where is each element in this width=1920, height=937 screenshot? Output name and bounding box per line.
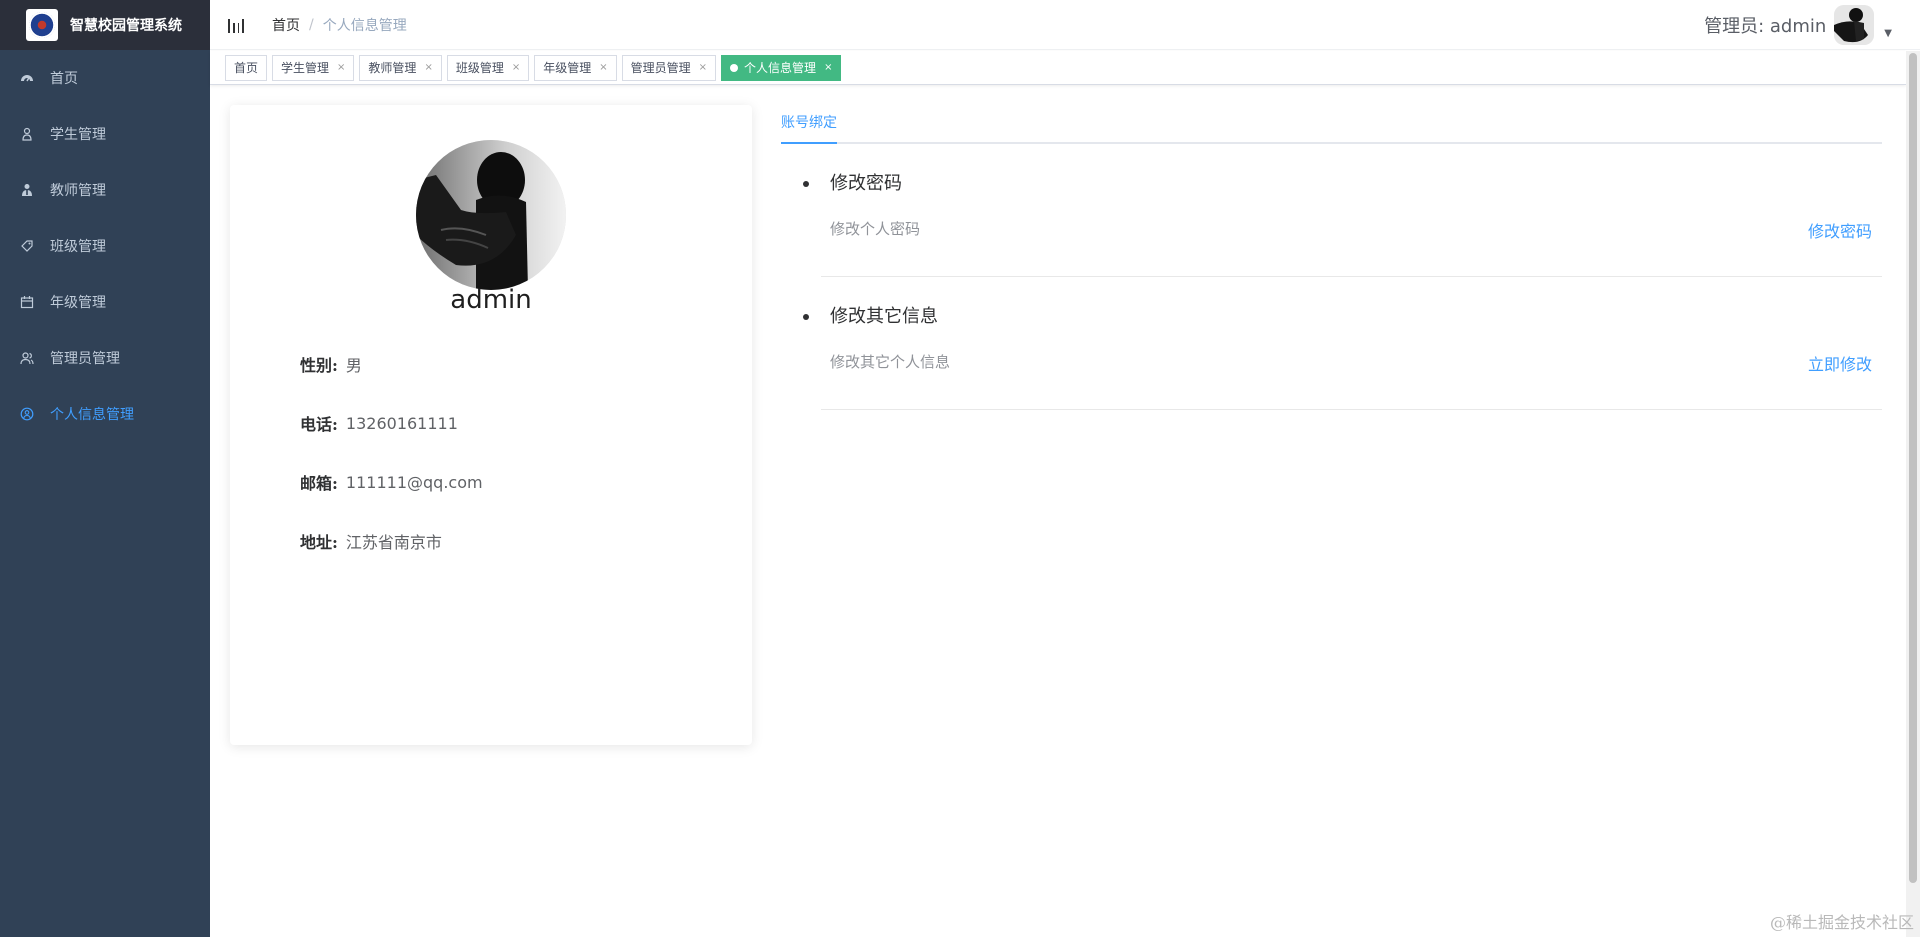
profile-card: admin 性别: 男 电话: 13260161111 邮箱: 111111@q… — [230, 105, 752, 745]
tag-teachers[interactable]: 教师管理 × — [359, 54, 442, 81]
item-title: 修改其它信息 — [830, 306, 938, 327]
item-desc: 修改其它个人信息 — [830, 353, 951, 371]
user-icon — [20, 127, 34, 141]
tag-students[interactable]: 学生管理 × — [272, 54, 355, 81]
profile-icon — [20, 407, 34, 421]
profile-name: admin — [450, 285, 532, 315]
sidebar-item-label: 教师管理 — [50, 183, 106, 199]
tab-account-binding[interactable]: 账号绑定 — [781, 105, 837, 144]
close-icon[interactable]: × — [512, 62, 520, 73]
breadcrumb-home[interactable]: 首页 — [272, 15, 300, 35]
item-title: 修改密码 — [830, 173, 902, 194]
breadcrumb: 首页 / 个人信息管理 — [272, 15, 407, 35]
active-dot-icon — [730, 63, 739, 72]
field-value: 江苏省南京市 — [345, 533, 442, 552]
scrollbar-thumb[interactable] — [1909, 53, 1917, 883]
admin-icon — [20, 351, 34, 365]
sidebar-item-students[interactable]: 学生管理 — [0, 106, 210, 162]
tag-label: 班级管理 — [455, 61, 504, 75]
account-panel: 账号绑定 修改密码 修改个人密码 修改密码 修改其它信息 修改其它个人信息 立即… — [781, 105, 1882, 410]
close-icon[interactable]: × — [824, 62, 832, 73]
app-title: 智慧校园管理系统 — [70, 18, 182, 34]
account-list: 修改密码 修改个人密码 修改密码 修改其它信息 修改其它个人信息 立即修改 — [803, 144, 1882, 410]
bullet-icon — [803, 314, 809, 320]
sidebar-item-classes[interactable]: 班级管理 — [0, 218, 210, 274]
sidebar-item-profile[interactable]: 个人信息管理 — [0, 386, 210, 442]
tag-label: 年级管理 — [543, 61, 592, 75]
close-icon[interactable]: × — [699, 62, 707, 73]
sidebar-item-label: 年级管理 — [50, 295, 106, 311]
tag-label: 首页 — [234, 61, 259, 75]
profile-gender: 性别: 男 — [300, 352, 362, 376]
breadcrumb-current: 个人信息管理 — [322, 17, 407, 34]
field-label: 邮箱: — [300, 474, 338, 493]
list-item: 修改其它信息 修改其它个人信息 立即修改 — [803, 277, 1882, 410]
profile-phone: 电话: 13260161111 — [300, 411, 458, 435]
user-menu[interactable]: 管理员: admin ▼ — [1704, 0, 1892, 50]
navbar: 首页 / 个人信息管理 管理员: admin ▼ — [210, 0, 1920, 50]
tag-admins[interactable]: 管理员管理 × — [621, 54, 717, 81]
calendar-icon — [20, 295, 34, 309]
tag-label: 个人信息管理 — [744, 61, 817, 75]
sidebar-header[interactable]: 智慧校园管理系统 — [0, 0, 210, 50]
sidebar-item-home[interactable]: 首页 — [0, 50, 210, 106]
sidebar-item-teachers[interactable]: 教师管理 — [0, 162, 210, 218]
watermark: @稀土掘金技术社区 — [1769, 913, 1914, 932]
tag-grades[interactable]: 年级管理 × — [534, 54, 617, 81]
profile-avatar — [416, 140, 566, 290]
tag-profile[interactable]: 个人信息管理 × — [721, 54, 842, 81]
avatar[interactable] — [1834, 5, 1875, 45]
list-item: 修改密码 修改个人密码 修改密码 — [803, 144, 1882, 277]
dashboard-icon — [20, 71, 34, 85]
profile-address: 地址: 江苏省南京市 — [300, 529, 442, 553]
field-label: 性别: — [300, 356, 338, 375]
tag-label: 教师管理 — [368, 61, 417, 75]
sidebar-menu: 首页 学生管理 教师管理 班级管理 年级管理 管理员管理 个人信息管理 — [0, 50, 210, 442]
teacher-icon — [20, 183, 34, 197]
sidebar-item-label: 个人信息管理 — [50, 407, 134, 423]
tag-classes[interactable]: 班级管理 × — [446, 54, 530, 81]
scrollbar[interactable] — [1906, 51, 1920, 937]
sidebar-item-admins[interactable]: 管理员管理 — [0, 330, 210, 386]
sidebar-item-label: 学生管理 — [50, 127, 106, 143]
tabs-header: 账号绑定 — [781, 105, 1882, 144]
app-logo — [26, 9, 58, 41]
field-label: 地址: — [300, 533, 338, 552]
hamburger-icon[interactable] — [228, 17, 244, 33]
tag-home[interactable]: 首页 — [225, 54, 268, 81]
sidebar-item-label: 首页 — [50, 71, 78, 87]
sidebar-item-label: 管理员管理 — [50, 351, 120, 367]
field-value: 男 — [345, 356, 362, 375]
change-password-link[interactable]: 修改密码 — [1808, 218, 1872, 242]
close-icon[interactable]: × — [424, 62, 432, 73]
sidebar-item-label: 班级管理 — [50, 239, 106, 255]
edit-info-link[interactable]: 立即修改 — [1808, 351, 1872, 375]
field-label: 电话: — [300, 415, 338, 434]
close-icon[interactable]: × — [599, 62, 607, 73]
tag-icon — [20, 239, 34, 253]
bullet-icon — [803, 181, 809, 187]
sidebar: 智慧校园管理系统 首页 学生管理 教师管理 班级管理 年级管理 管理员管理 个人… — [0, 0, 210, 937]
breadcrumb-separator: / — [309, 16, 314, 33]
chevron-down-icon[interactable]: ▼ — [1884, 28, 1892, 39]
user-label: 管理员: admin — [1704, 16, 1827, 37]
item-desc: 修改个人密码 — [830, 220, 921, 238]
field-value: 111111@qq.com — [345, 472, 483, 492]
tag-label: 学生管理 — [281, 61, 330, 75]
close-icon[interactable]: × — [337, 62, 345, 73]
sidebar-item-grades[interactable]: 年级管理 — [0, 274, 210, 330]
field-value: 13260161111 — [345, 413, 458, 433]
profile-email: 邮箱: 111111@qq.com — [300, 470, 483, 494]
tags-view: 首页 学生管理 × 教师管理 × 班级管理 × 年级管理 × 管理员管理 × 个… — [210, 51, 1906, 85]
tag-label: 管理员管理 — [630, 61, 691, 75]
